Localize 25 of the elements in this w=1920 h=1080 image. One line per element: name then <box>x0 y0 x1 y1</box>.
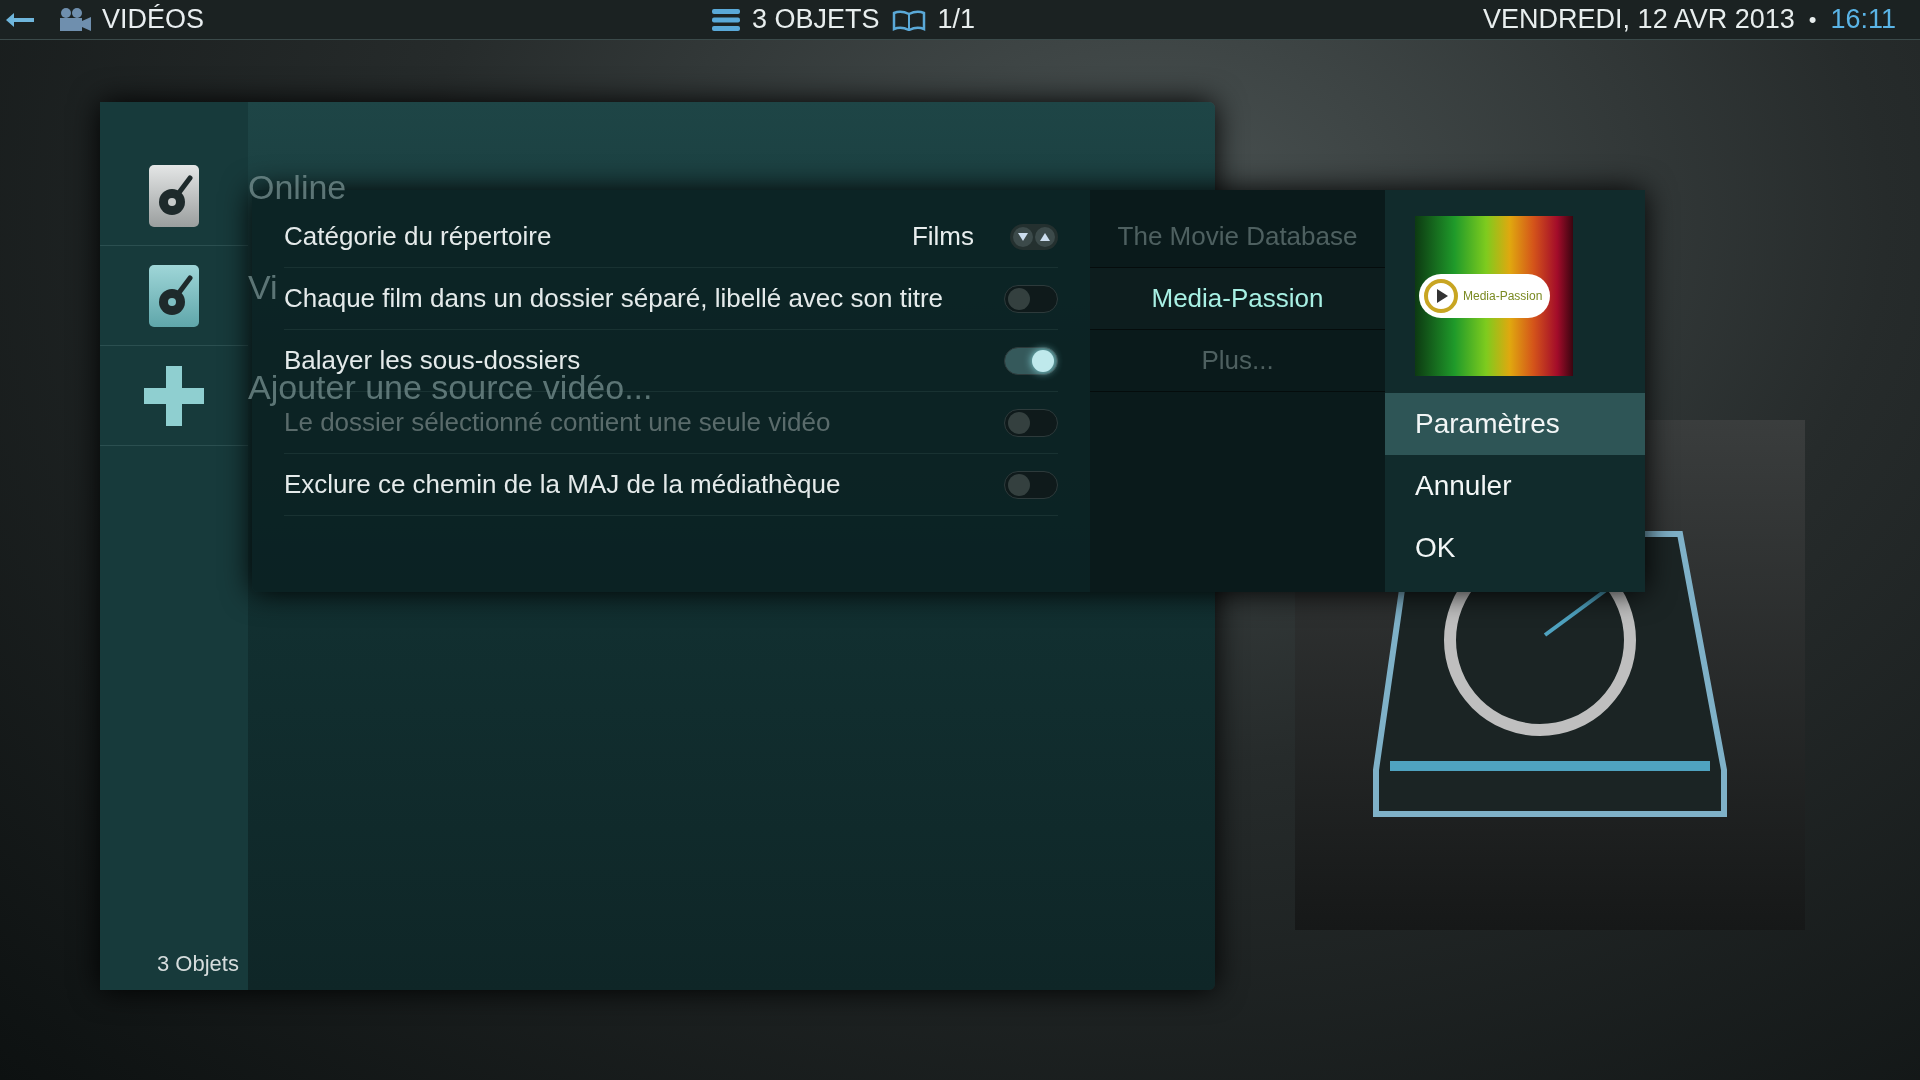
setting-value: Films <box>911 220 974 253</box>
item-count: 3 OBJETS <box>752 3 880 37</box>
toggle-switch[interactable] <box>1004 470 1058 499</box>
setting-label[interactable]: Catégorie du répertoire <box>284 217 552 256</box>
plus-icon <box>142 363 206 428</box>
play-icon <box>1423 278 1459 314</box>
camera-icon <box>58 6 92 33</box>
clock-time: 16:11 <box>1830 3 1896 37</box>
setting-label[interactable]: Exclure ce chemin de la MAJ de la médiathèque <box>284 465 841 504</box>
dialog-button[interactable]: Paramètres <box>1385 393 1645 455</box>
back-arrow-icon[interactable] <box>6 11 34 28</box>
section-title: VIDÉOS <box>102 3 205 37</box>
toggle-switch[interactable] <box>1004 284 1058 313</box>
logo-text: Media-Passion <box>1463 288 1543 305</box>
dialog-button[interactable]: Annuler <box>1385 455 1645 517</box>
page-indicator: 1/1 <box>937 3 976 37</box>
list-icon <box>712 7 740 32</box>
book-icon <box>891 8 926 31</box>
dialog-button[interactable]: OK <box>1385 517 1645 579</box>
date-text: VENDREDI, 12 AVR 2013 <box>1483 3 1795 37</box>
setting-label[interactable]: Chaque film dans un dossier séparé, libellé avec son titre <box>284 279 944 318</box>
toggle-switch[interactable] <box>1004 346 1058 375</box>
item-count-footer: 3 Objets <box>157 947 248 980</box>
spinner-control[interactable] <box>1010 223 1058 250</box>
separator-dot: • <box>1808 6 1817 34</box>
